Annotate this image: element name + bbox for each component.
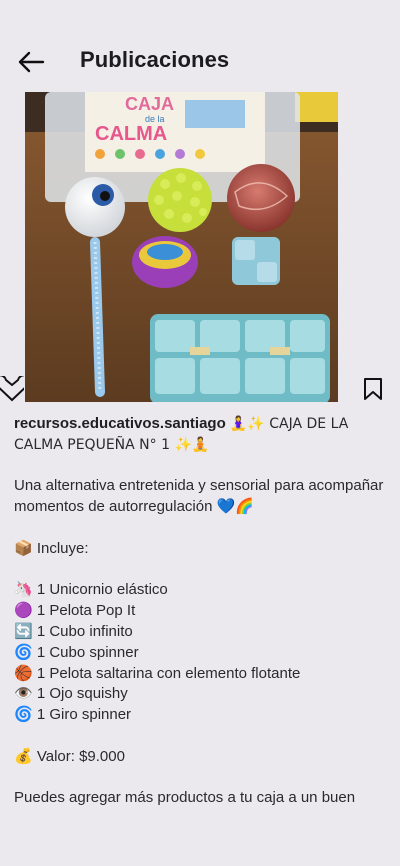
back-button[interactable] [14,46,48,78]
page-title: Publicaciones [80,47,230,72]
caption-headline: recursos.educativos.santiago 🧘‍♀️✨ CAJA … [14,414,386,456]
bookmark-icon [364,378,382,400]
list-item: 🌀 1 Cubo spinner [14,643,139,661]
caption-intro: Una alternativa entretenida y sensorial … [14,477,384,516]
box-title-calma: CALMA [95,123,167,145]
list-item: 🌀 1 Giro spinner [14,706,132,724]
list-item: 🔄 1 Cubo infinito [14,622,133,640]
list-item: 👁️ 1 Ojo squishy [14,685,128,703]
post-caption: recursos.educativos.santiago 🧘‍♀️✨ CAJA … [14,414,386,809]
post-image[interactable]: CAJA de la CALMA [25,92,338,402]
like-button[interactable] [0,376,24,402]
list-item: 🏀 1 Pelota saltarina con elemento flotan… [14,664,301,682]
box-title-caja: CAJA [125,94,174,114]
includes-label: 📦 Incluye: [14,539,89,557]
arrow-left-icon [18,51,45,73]
price-text: 💰 Valor: $9.000 [14,747,125,765]
username-link[interactable]: recursos.educativos.santiago [14,415,226,432]
list-item: 🦄 1 Unicornio elástico [14,581,168,599]
header-bar: Publicaciones [0,0,400,92]
save-button[interactable] [360,376,386,402]
heart-icon [0,376,24,402]
caption-footer: Puedes agregar más productos a tu caja a… [14,789,356,807]
list-item: 🟣 1 Pelota Pop It [14,602,136,620]
